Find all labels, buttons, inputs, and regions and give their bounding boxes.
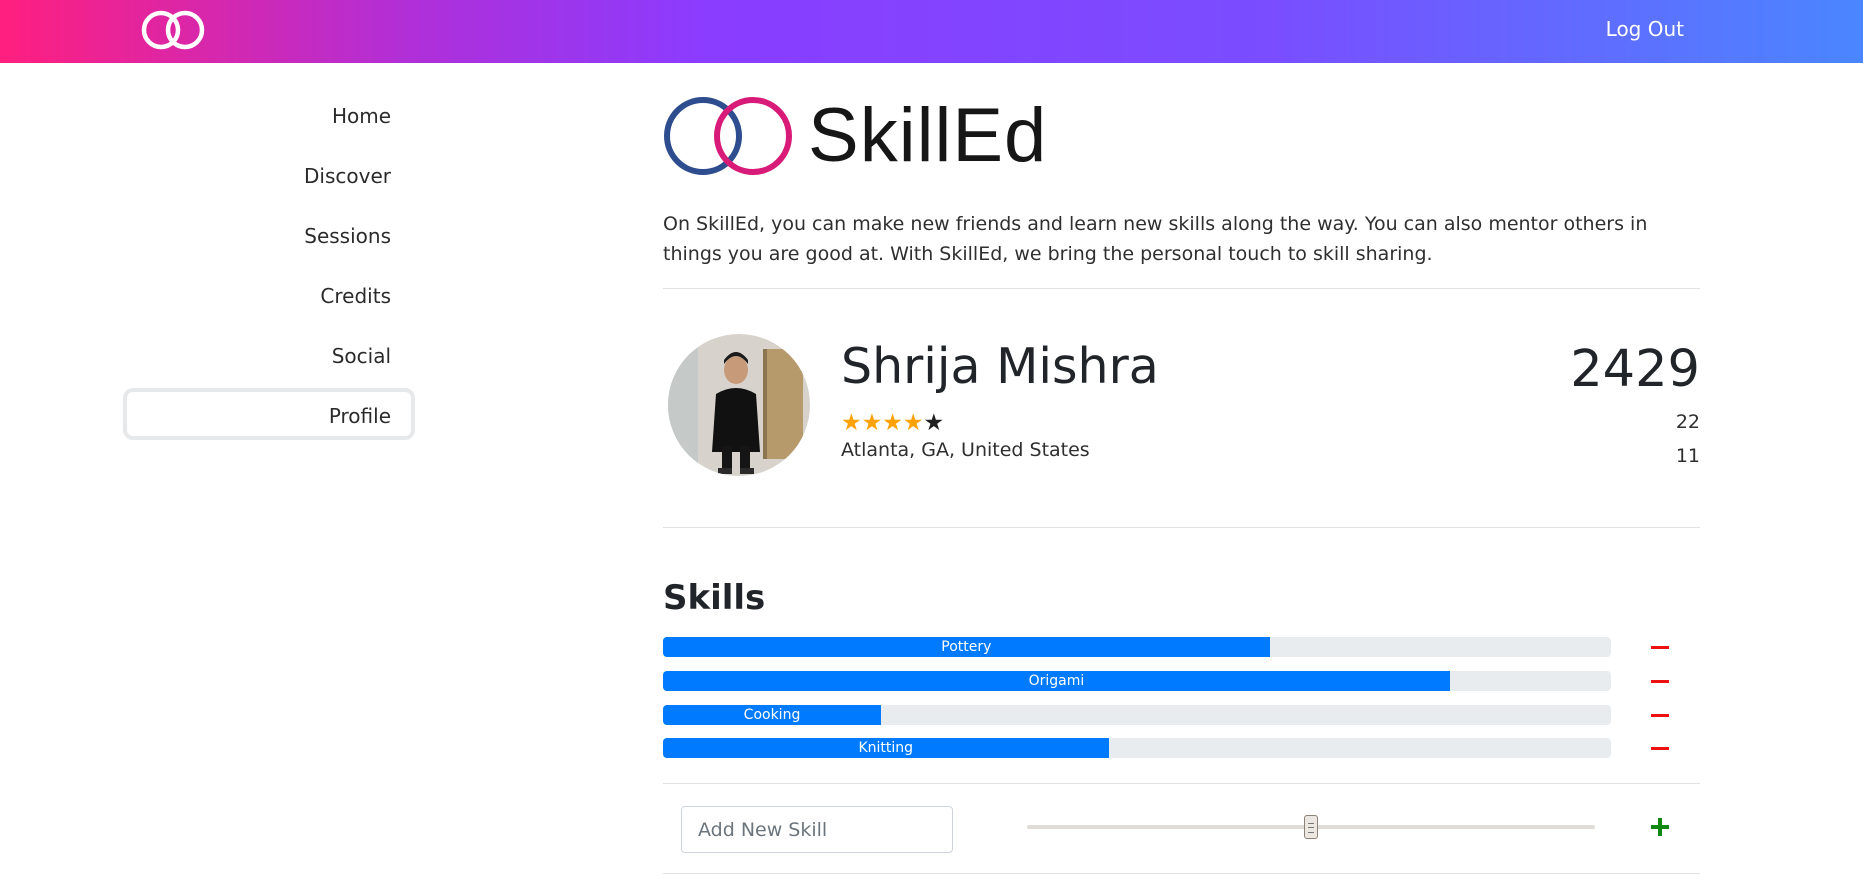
star-icon: ★ bbox=[882, 410, 903, 436]
skilled-logo-icon bbox=[664, 97, 792, 175]
intro-text: On SkillEd, you can make new friends and… bbox=[663, 213, 1648, 265]
skill-progress-bar: Pottery bbox=[663, 637, 1270, 657]
star-icon: ★ bbox=[923, 410, 945, 436]
add-skill-button[interactable] bbox=[1648, 815, 1672, 839]
divider bbox=[663, 527, 1700, 528]
skill-progress-track: Knitting bbox=[663, 738, 1611, 758]
skill-level-slider[interactable] bbox=[1027, 815, 1595, 839]
sidebar-item-discover[interactable]: Discover bbox=[123, 148, 415, 200]
sidebar-item-social[interactable]: Social bbox=[123, 328, 415, 380]
remove-skill-button[interactable] bbox=[1648, 668, 1672, 694]
skill-progress-track: Origami bbox=[663, 671, 1611, 691]
star-icon: ★ bbox=[861, 410, 883, 436]
avatar bbox=[668, 334, 810, 476]
profile-stat-2: 11 bbox=[1675, 445, 1700, 467]
slider-thumb[interactable] bbox=[1304, 815, 1318, 839]
skills-heading: Skills bbox=[663, 578, 766, 618]
new-skill-input[interactable] bbox=[681, 806, 953, 853]
remove-skill-button[interactable] bbox=[1648, 702, 1672, 728]
star-icon: ★ bbox=[841, 410, 862, 436]
star-icon: ★ bbox=[902, 410, 924, 436]
divider bbox=[663, 783, 1700, 784]
remove-skill-button[interactable] bbox=[1648, 735, 1672, 761]
skill-row: Cooking bbox=[663, 705, 1700, 725]
brand-header: SkillEd bbox=[663, 93, 1163, 186]
rating-stars: ★★★★★ bbox=[841, 411, 944, 435]
skill-progress-track: Cooking bbox=[663, 705, 1611, 725]
brand-logo-icon[interactable] bbox=[140, 8, 206, 52]
profile-stat-1: 22 bbox=[1675, 411, 1700, 433]
remove-skill-button[interactable] bbox=[1648, 634, 1672, 660]
skill-row: Pottery bbox=[663, 637, 1700, 657]
credits-count: 2429 bbox=[1570, 340, 1700, 399]
profile-name: Shrija Mishra bbox=[841, 338, 1159, 395]
logout-link[interactable]: Log Out bbox=[1606, 17, 1684, 41]
divider bbox=[663, 288, 1700, 289]
skill-progress-track: Pottery bbox=[663, 637, 1611, 657]
divider bbox=[663, 873, 1700, 874]
sidebar-nav: Home Discover Sessions Credits Social Pr… bbox=[123, 88, 415, 448]
top-navbar: Log Out bbox=[0, 0, 1863, 63]
sidebar-item-home[interactable]: Home bbox=[123, 88, 415, 140]
profile-location: Atlanta, GA, United States bbox=[841, 439, 1090, 461]
sidebar-item-sessions[interactable]: Sessions bbox=[123, 208, 415, 260]
sidebar-item-profile[interactable]: Profile bbox=[123, 388, 415, 440]
skill-progress-bar: Knitting bbox=[663, 738, 1109, 758]
skill-progress-bar: Origami bbox=[663, 671, 1450, 691]
brand-name: SkillEd bbox=[808, 93, 1048, 178]
sidebar-item-credits[interactable]: Credits bbox=[123, 268, 415, 320]
skill-row: Knitting bbox=[663, 738, 1700, 758]
skill-row: Origami bbox=[663, 671, 1700, 691]
skill-progress-bar: Cooking bbox=[663, 705, 882, 725]
